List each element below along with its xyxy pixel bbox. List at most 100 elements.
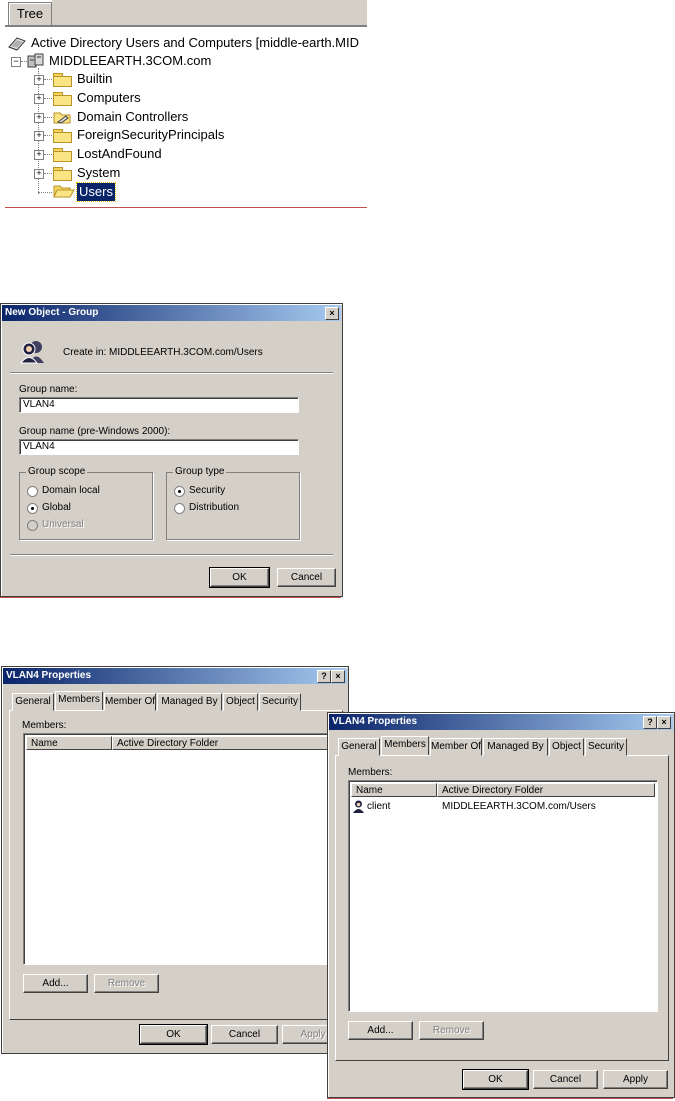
- members-label: Members:: [348, 767, 393, 778]
- tab-security[interactable]: Security: [259, 693, 301, 711]
- tab-object[interactable]: Object: [223, 693, 258, 711]
- properties-dialog-empty: VLAN4 Properties ? × General Members Mem…: [1, 666, 349, 1054]
- help-icon[interactable]: ?: [643, 716, 657, 729]
- tab-general[interactable]: General: [12, 693, 54, 711]
- group-name-pre2000-field[interactable]: VLAN4: [19, 439, 299, 455]
- tree-root-label: Active Directory Users and Computers [mi…: [31, 35, 359, 50]
- tree-item-domain-controllers[interactable]: Domain Controllers: [77, 108, 188, 126]
- remove-button: Remove: [419, 1021, 484, 1040]
- domain-controllers-folder-icon: [53, 112, 71, 124]
- tree-item-foreign-security-principals[interactable]: ForeignSecurityPrincipals: [77, 126, 224, 144]
- title-bar: New Object - Group ×: [2, 305, 341, 321]
- cancel-button[interactable]: Cancel: [277, 568, 336, 587]
- group-name-field[interactable]: VLAN4: [19, 397, 299, 413]
- group-scope-title: Group scope: [26, 466, 88, 477]
- tree-item-users[interactable]: Users: [76, 182, 116, 202]
- tab-divider: [5, 25, 367, 27]
- members-list[interactable]: Name Active Directory Folder: [23, 733, 333, 965]
- tree-item-builtin[interactable]: Builtin: [77, 70, 112, 88]
- group-icon: [20, 341, 44, 364]
- folder-icon: [53, 167, 72, 181]
- tab-strip: [52, 0, 367, 25]
- members-label: Members:: [22, 720, 67, 731]
- cancel-button[interactable]: Cancel: [211, 1025, 278, 1044]
- column-header-folder[interactable]: Active Directory Folder: [437, 783, 655, 797]
- member-name: client: [367, 801, 391, 812]
- radio-security-label: Security: [189, 485, 226, 496]
- folder-icon: [53, 129, 72, 143]
- title-bar: VLAN4 Properties ? ×: [329, 714, 673, 730]
- properties-dialog-with-member: VLAN4 Properties ? × General Members Mem…: [327, 712, 675, 1098]
- help-icon[interactable]: ?: [317, 670, 331, 683]
- tab-members[interactable]: Members: [381, 736, 429, 755]
- group-name-pre2000-label: Group name (pre-Windows 2000):: [19, 426, 171, 437]
- radio-domain-local[interactable]: [27, 486, 38, 497]
- radio-distribution-label: Distribution: [189, 502, 240, 513]
- cancel-button[interactable]: Cancel: [533, 1070, 598, 1089]
- radio-domain-local-label: Domain local: [42, 485, 100, 496]
- tab-security[interactable]: Security: [585, 738, 627, 756]
- dialog-title: VLAN4 Properties: [6, 670, 92, 681]
- tree-panel: Tree Active Directory Users and Computer…: [5, 0, 367, 207]
- tab-tree[interactable]: Tree: [8, 2, 52, 25]
- create-in-value: MIDDLEEARTH.3COM.com/Users: [109, 347, 263, 358]
- folder-icon: [53, 148, 72, 162]
- user-icon: [353, 800, 364, 813]
- close-icon[interactable]: ×: [325, 307, 339, 320]
- expand-icon[interactable]: +: [34, 113, 44, 123]
- close-icon[interactable]: ×: [331, 670, 345, 683]
- radio-global[interactable]: [27, 503, 38, 514]
- title-bar: VLAN4 Properties ? ×: [3, 668, 347, 684]
- close-icon[interactable]: ×: [657, 716, 671, 729]
- expand-icon[interactable]: +: [34, 169, 44, 179]
- dialog-title: VLAN4 Properties: [332, 716, 418, 727]
- add-button[interactable]: Add...: [23, 974, 88, 993]
- directory-book-icon: [8, 37, 26, 51]
- new-group-dialog: New Object - Group × Create in: MIDDLEEA…: [0, 303, 343, 597]
- apply-button[interactable]: Apply: [603, 1070, 668, 1089]
- expand-icon[interactable]: +: [34, 131, 44, 141]
- expand-icon[interactable]: +: [34, 94, 44, 104]
- group-name-label: Group name:: [19, 384, 78, 395]
- radio-security[interactable]: [174, 486, 185, 497]
- expand-icon[interactable]: +: [34, 150, 44, 160]
- tab-member-of[interactable]: Member Of: [430, 738, 482, 756]
- collapse-icon[interactable]: −: [11, 57, 21, 67]
- tab-member-of[interactable]: Member Of: [104, 693, 156, 711]
- group-scope-box: Group scope Domain local Global Universa…: [19, 466, 153, 540]
- open-folder-icon: [53, 185, 75, 198]
- tree-domain-label: MIDDLEEARTH.3COM.com: [49, 53, 212, 68]
- tab-members[interactable]: Members: [55, 691, 103, 710]
- tree-item-system[interactable]: System: [77, 164, 120, 182]
- divider: [10, 372, 333, 374]
- radio-distribution[interactable]: [174, 503, 185, 514]
- column-header-folder[interactable]: Active Directory Folder: [112, 736, 330, 750]
- group-type-box: Group type Security Distribution: [166, 466, 300, 540]
- ok-button[interactable]: OK: [139, 1024, 208, 1045]
- add-button[interactable]: Add...: [348, 1021, 413, 1040]
- ok-button[interactable]: OK: [462, 1069, 529, 1090]
- remove-button: Remove: [94, 974, 159, 993]
- folder-icon: [53, 92, 72, 106]
- domain-icon: [27, 53, 44, 68]
- group-type-title: Group type: [173, 466, 227, 477]
- radio-global-label: Global: [42, 502, 71, 513]
- column-header-name[interactable]: Name: [351, 783, 437, 797]
- tree-item-lost-and-found[interactable]: LostAndFound: [77, 145, 162, 163]
- tab-object[interactable]: Object: [549, 738, 584, 756]
- tree-item-computers[interactable]: Computers: [77, 89, 141, 107]
- divider: [10, 554, 333, 556]
- folder-icon: [53, 73, 72, 87]
- members-list[interactable]: Name Active Directory Folder client MIDD…: [348, 780, 658, 1012]
- create-in-label: Create in:: [63, 347, 107, 358]
- radio-universal-label: Universal: [42, 519, 84, 530]
- annotation-underline: [5, 207, 367, 208]
- tab-managed-by[interactable]: Managed By: [483, 738, 548, 756]
- tab-managed-by[interactable]: Managed By: [157, 693, 222, 711]
- expand-icon[interactable]: +: [34, 75, 44, 85]
- tab-general[interactable]: General: [338, 738, 380, 756]
- radio-universal: [27, 520, 38, 531]
- column-header-name[interactable]: Name: [26, 736, 112, 750]
- member-folder: MIDDLEEARTH.3COM.com/Users: [442, 801, 596, 812]
- ok-button[interactable]: OK: [209, 567, 270, 588]
